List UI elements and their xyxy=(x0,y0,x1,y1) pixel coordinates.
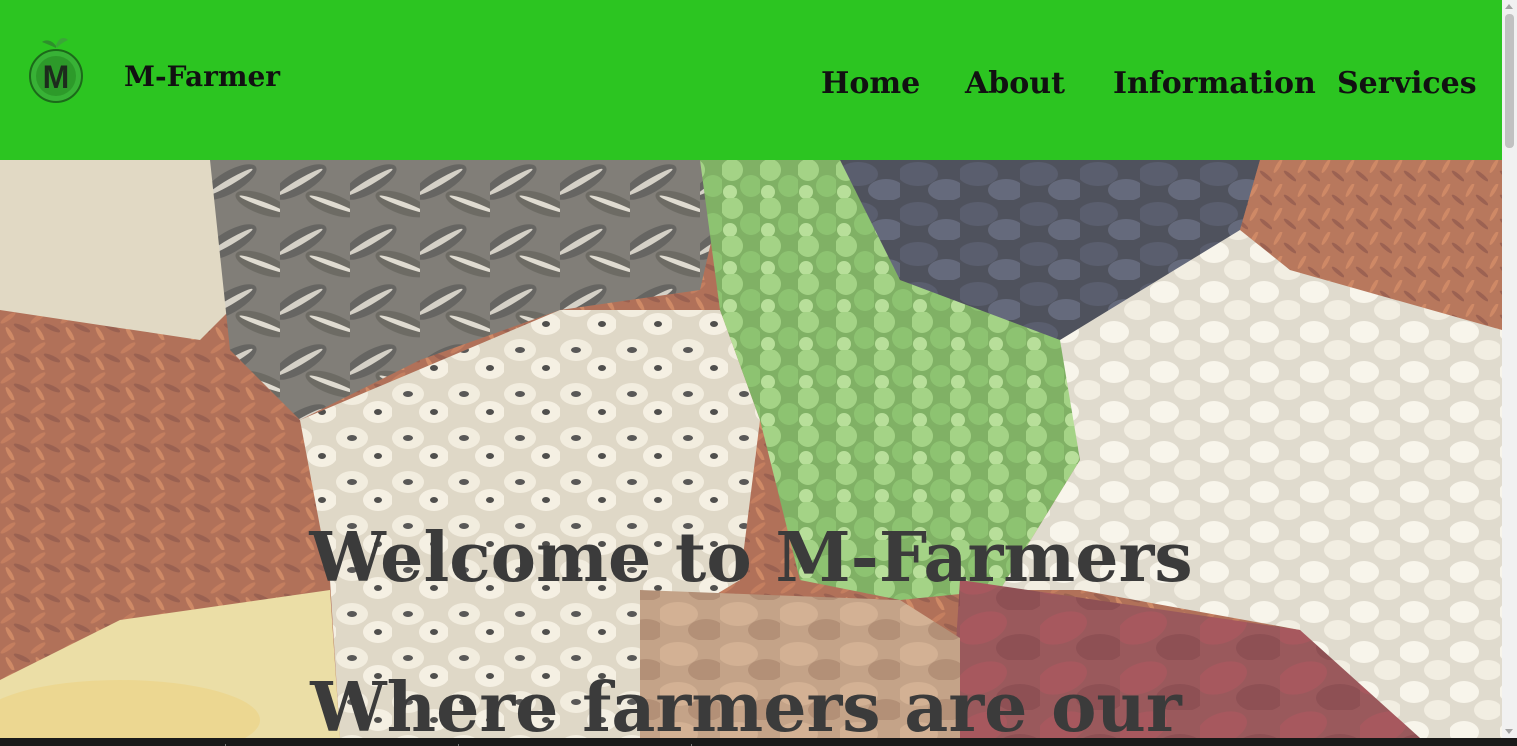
scroll-down-arrow-icon[interactable] xyxy=(1505,729,1513,734)
hero-title: Welcome to M-Farmers xyxy=(309,518,1193,598)
main-nav: Home About Information Services xyxy=(0,66,1502,106)
site-header: M M-Farmer Home About Information Servic… xyxy=(0,0,1502,160)
nav-home[interactable]: Home xyxy=(821,66,920,101)
hero-section: Welcome to M-Farmers Where farmers are o… xyxy=(0,160,1502,738)
bottom-strip xyxy=(0,738,1517,746)
nav-about[interactable]: About xyxy=(965,66,1065,101)
hero-subtitle: Where farmers are our xyxy=(310,668,1182,738)
nav-information[interactable]: Information xyxy=(1113,66,1316,101)
hero-overlay xyxy=(0,160,1502,738)
scroll-up-arrow-icon[interactable] xyxy=(1505,4,1513,9)
scroll-thumb[interactable] xyxy=(1505,14,1514,148)
nav-services[interactable]: Services xyxy=(1337,66,1477,101)
page-scrollbar[interactable] xyxy=(1502,0,1517,738)
